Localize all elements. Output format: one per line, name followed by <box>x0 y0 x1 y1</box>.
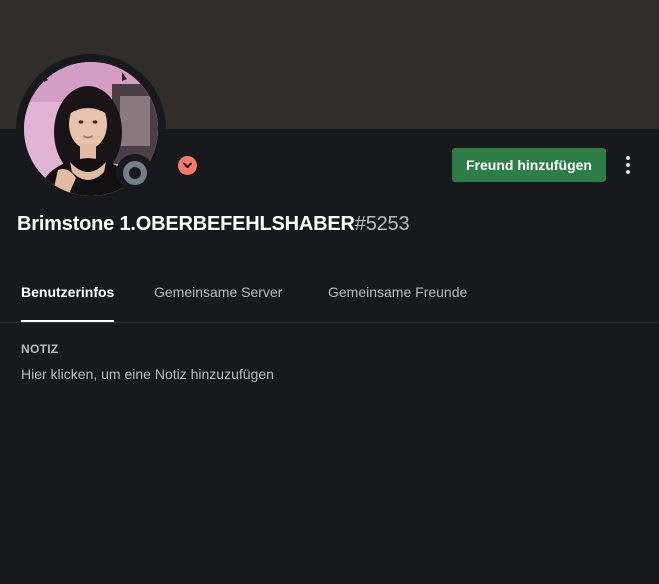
user-profile-modal: Freund hinzufügen Brimstone 1.OBERBEFEHL… <box>0 0 659 584</box>
add-friend-button[interactable]: Freund hinzufügen <box>452 148 606 182</box>
tab-mutual-friends[interactable]: Gemeinsame Freunde <box>328 262 467 321</box>
more-dot <box>626 170 630 174</box>
profile-tabs: Benutzerinfos Gemeinsame Server Gemeinsa… <box>0 262 659 323</box>
more-vertical-icon[interactable] <box>617 150 639 180</box>
profile-badge[interactable] <box>178 156 197 175</box>
more-dot <box>626 163 630 167</box>
discriminator: #5253 <box>354 213 410 235</box>
note-title: NOTIZ <box>21 342 59 356</box>
username-text: Brimstone 1.OBERBEFEHLSHABER <box>17 213 355 235</box>
offline-status-icon <box>123 161 147 185</box>
more-dot <box>626 156 630 160</box>
tab-user-info[interactable]: Benutzerinfos <box>21 262 115 322</box>
chevron-down-icon <box>183 162 192 168</box>
username: Brimstone 1.OBERBEFEHLSHABER#5253 <box>17 213 410 236</box>
note-input[interactable]: Hier klicken, um eine Notiz hinzuzufügen <box>21 366 621 382</box>
tab-mutual-servers[interactable]: Gemeinsame Server <box>154 262 282 321</box>
